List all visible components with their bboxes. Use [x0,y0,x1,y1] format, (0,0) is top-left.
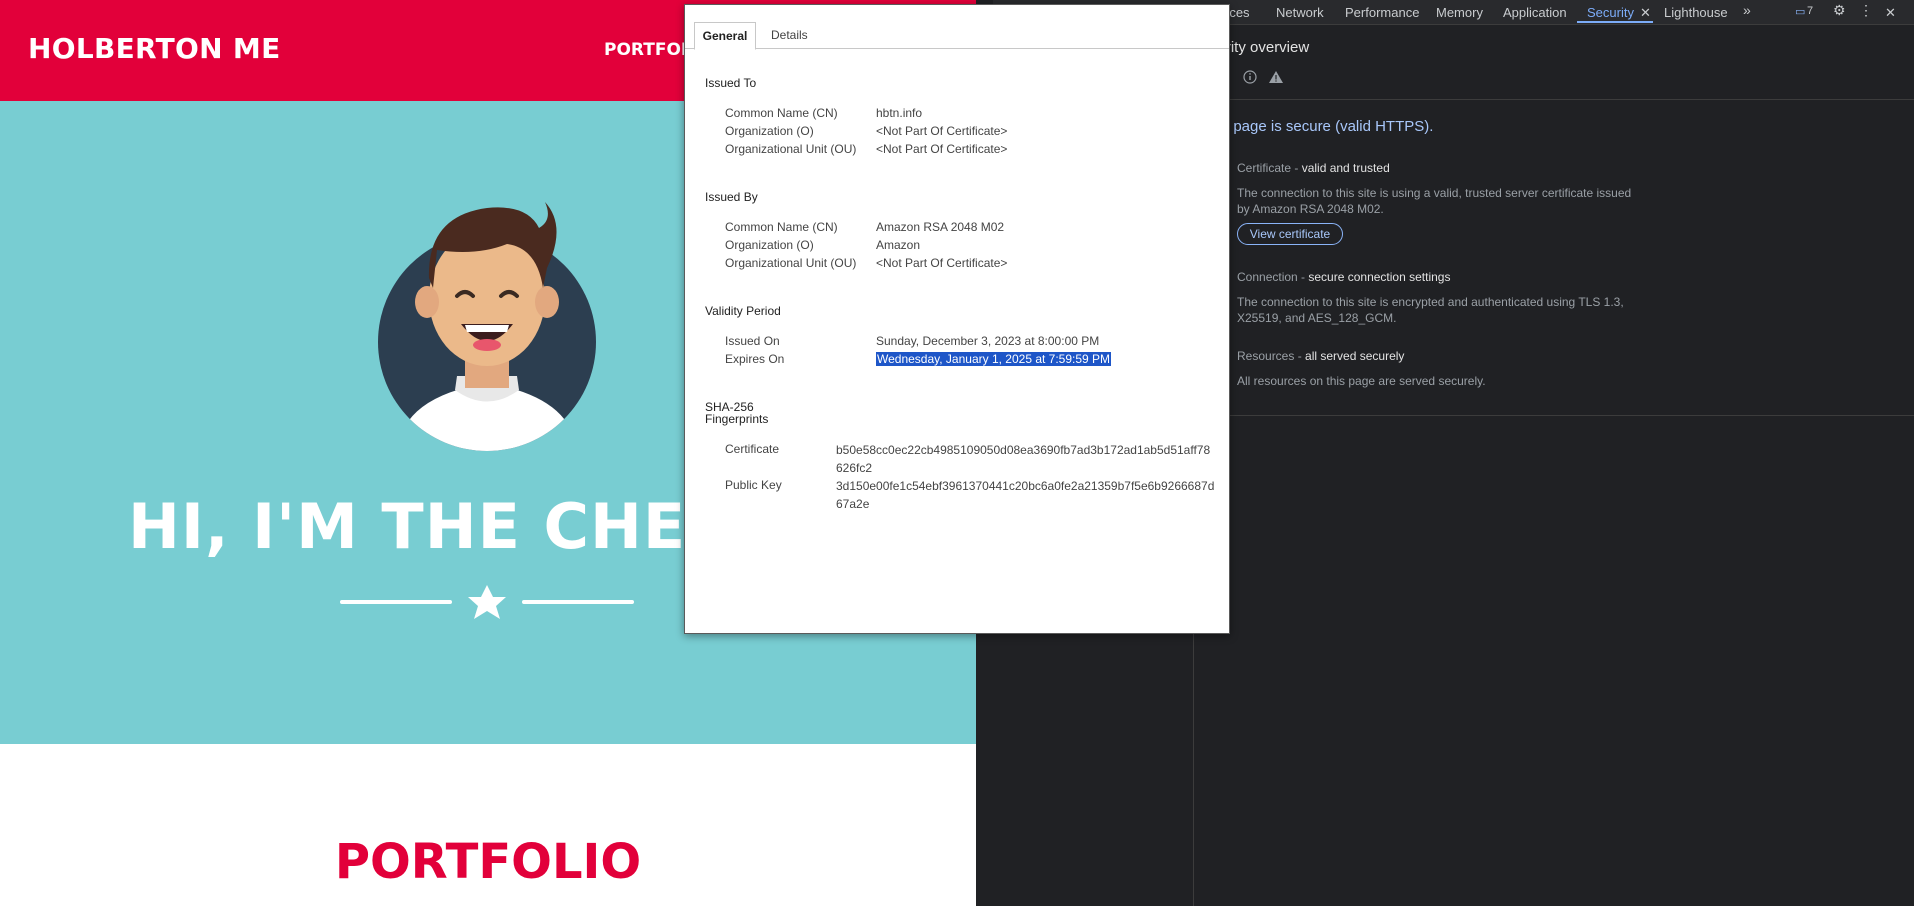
tab-network[interactable]: Network [1276,5,1324,20]
public-key-fingerprint-label: Public Key [725,478,782,492]
issued-to-cn-label: Common Name (CN) [725,106,838,120]
issued-on-value: Sunday, December 3, 2023 at 8:00:00 PM [876,334,1100,348]
connection-row: Connection - secure connection settings [1237,270,1450,284]
issued-to-o-label: Organization (O) [725,124,814,138]
close-devtools-icon[interactable]: ✕ [1885,5,1896,21]
legend-icons [1243,70,1283,84]
certificate-row: Certificate - valid and trusted [1237,161,1390,175]
issues-icon[interactable]: ▭ [1795,5,1805,18]
resources-row: Resources - all served securely [1237,349,1404,363]
settings-gear-icon[interactable]: ⚙ [1833,2,1846,19]
expires-on-row: Wednesday, January 1, 2025 at 7:59:59 PM [876,352,1112,366]
certificate-description: The connection to this site is using a v… [1237,186,1632,216]
fingerprints-heading-line2: Fingerprints [705,412,769,426]
issued-by-o-label: Organization (O) [725,238,814,252]
expires-on-value[interactable]: Wednesday, January 1, 2025 at 7:59:59 PM [876,352,1112,366]
nav-link-portfolio[interactable]: PORTFOL [604,40,692,60]
star-divider [340,585,634,619]
active-tab-indicator [1577,21,1653,23]
portfolio-section-title: PORTFOLIO [334,834,642,890]
issues-count[interactable]: 7 [1807,5,1813,17]
validity-heading: Validity Period [705,304,781,318]
issued-to-heading: Issued To [705,76,757,90]
certificate-status: valid and trusted [1301,161,1390,175]
issued-by-ou-label: Organizational Unit (OU) [725,256,857,270]
issued-on-label: Issued On [725,334,780,348]
resources-status: all served securely [1305,349,1405,363]
connection-description: The connection to this site is encrypted… [1237,295,1624,325]
resources-label: Resources - [1237,349,1306,363]
issued-to-ou-label: Organizational Unit (OU) [725,142,857,156]
expires-on-label: Expires On [725,352,785,366]
close-tab-icon[interactable]: ✕ [1640,5,1651,21]
tab-details[interactable]: Details [771,28,808,42]
issued-to-ou-value: <Not Part Of Certificate> [876,142,1008,156]
connection-label: Connection - [1237,270,1309,284]
certificate-tabs: General Details [685,19,1229,50]
public-key-fingerprint-value: 3d150e00fe1c54ebf3961370441c20bc6a0fe2a2… [836,479,1215,511]
resources-description: All resources on this page are served se… [1237,374,1486,388]
issued-to-cn-value: hbtn.info [876,106,923,120]
tab-performance[interactable]: Performance [1345,5,1419,20]
cert-fingerprint-value: b50e58cc0ec22cb4985109050d08ea3690fb7ad3… [836,443,1211,475]
connection-status: secure connection settings [1308,270,1451,284]
divider [1193,415,1914,416]
issued-by-ou-value: <Not Part Of Certificate> [876,256,1008,270]
divider [1193,99,1914,100]
site-logo[interactable]: HOLBERTON ME [28,32,281,65]
tab-security[interactable]: Security [1587,5,1634,20]
issued-by-o-value: Amazon [876,238,921,252]
certificate-viewer-dialog: General Details Issued To Common Name (C… [684,4,1230,634]
view-certificate-button[interactable]: View certificate [1237,223,1343,245]
issued-by-heading: Issued By [705,190,758,204]
more-tabs-icon[interactable]: » [1743,2,1751,18]
security-summary: his page is secure (valid HTTPS). [1210,118,1434,135]
issued-to-o-value: <Not Part Of Certificate> [876,124,1008,138]
hero-title: HI, I'M THE CHEC [128,490,733,563]
tab-application[interactable]: Application [1503,5,1567,20]
tab-memory[interactable]: Memory [1436,5,1483,20]
avatar-illustration [378,202,596,451]
certificate-label: Certificate - [1237,161,1302,175]
cert-fingerprint-label: Certificate [725,442,780,456]
tab-lighthouse[interactable]: Lighthouse [1664,5,1728,20]
issued-by-cn-label: Common Name (CN) [725,220,838,234]
kebab-menu-icon[interactable]: ⋮ [1859,2,1873,19]
tab-general[interactable]: General [694,22,756,50]
issued-by-cn-value: Amazon RSA 2048 M02 [876,220,1005,234]
star-icon [468,585,506,619]
